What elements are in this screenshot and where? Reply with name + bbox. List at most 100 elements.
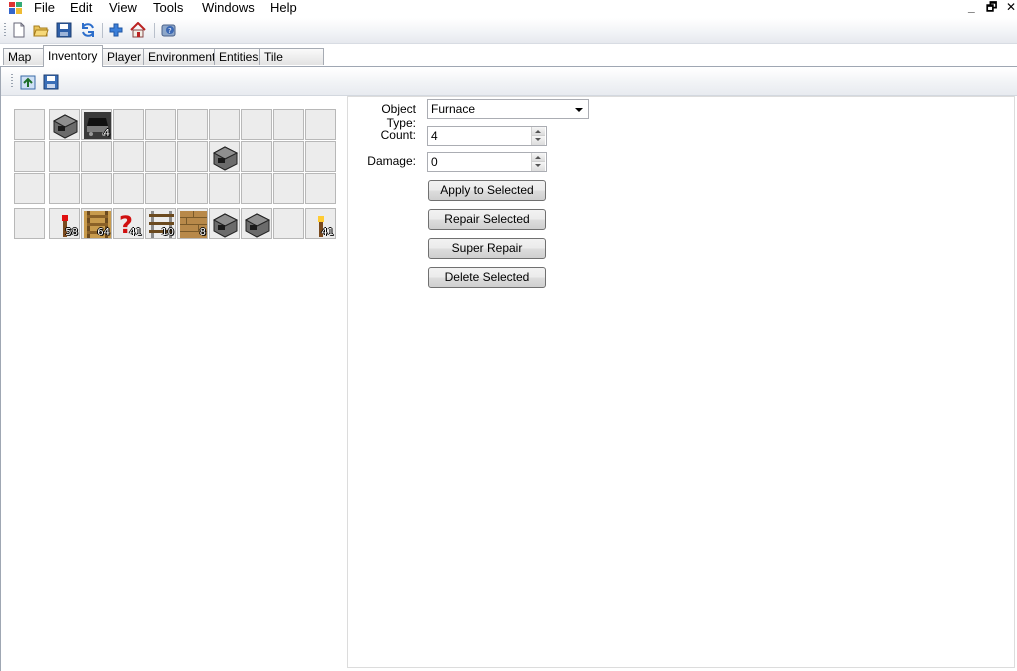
count-increment-button[interactable] [531, 127, 545, 136]
inventory-slot[interactable] [241, 141, 272, 172]
repair-selected-button[interactable]: Repair Selected [428, 209, 546, 230]
inventory-slot[interactable] [273, 109, 304, 140]
inventory-slot[interactable] [177, 173, 208, 204]
inventory-slot[interactable] [49, 141, 80, 172]
inventory-slot[interactable] [145, 109, 176, 140]
object-type-label: Object Type: [381, 102, 416, 130]
super-repair-button[interactable]: Super Repair [428, 238, 546, 259]
item-count: 64 [97, 227, 110, 238]
inventory-slot[interactable] [241, 173, 272, 204]
hotbar-slot[interactable] [241, 208, 272, 239]
inventory-slot[interactable] [145, 141, 176, 172]
hotbar-slot[interactable]: 58 [49, 208, 80, 239]
inventory-slot[interactable] [81, 141, 112, 172]
toolbar-separator [102, 23, 103, 38]
toolbar-grip[interactable] [4, 23, 6, 37]
item-count: 58 [65, 227, 78, 238]
damage-stepper[interactable]: 0 [427, 152, 547, 172]
inventory-slot[interactable] [177, 109, 208, 140]
item-count: 41 [129, 227, 142, 238]
menu-edit[interactable]: Edit [70, 0, 92, 16]
tab-map[interactable]: Map [3, 48, 44, 65]
inventory-slot[interactable] [113, 173, 144, 204]
tab-strip-border [0, 66, 1017, 67]
inventory-slot[interactable] [209, 141, 240, 172]
item-count: 10 [161, 227, 174, 238]
home-icon[interactable] [130, 22, 146, 38]
menu-help[interactable]: Help [270, 0, 297, 16]
inventory-slot[interactable] [113, 141, 144, 172]
tab-tile-entities[interactable]: Tile Entities [259, 48, 324, 81]
inventory-slot[interactable] [209, 173, 240, 204]
tab-entities[interactable]: Entities [214, 48, 260, 65]
hotbar-slot[interactable]: 8 [177, 208, 208, 239]
damage-increment-button[interactable] [531, 153, 545, 162]
damage-spin-buttons [531, 153, 546, 171]
damage-value: 0 [431, 155, 438, 169]
svg-text:?: ? [168, 27, 172, 35]
minimize-button[interactable]: _ [968, 1, 975, 13]
inventory-slot[interactable] [81, 173, 112, 204]
armor-slot[interactable] [14, 173, 45, 204]
count-value: 4 [431, 129, 438, 143]
inventory-slot[interactable] [273, 141, 304, 172]
save-icon[interactable] [56, 22, 72, 38]
inventory-slot[interactable] [49, 173, 80, 204]
inventory-slot[interactable] [177, 141, 208, 172]
inventory-slot[interactable] [305, 173, 336, 204]
damage-label: Damage: [367, 154, 416, 168]
furnace-icon [212, 213, 239, 238]
inventory-toolbar [1, 68, 1017, 96]
inventory-slot[interactable] [49, 109, 80, 140]
object-type-select[interactable]: Furnace [427, 99, 589, 119]
delete-selected-button[interactable]: Delete Selected [428, 267, 546, 288]
hotbar-slot[interactable]: 41 [305, 208, 336, 239]
count-decrement-button[interactable] [531, 136, 545, 145]
armor-slot[interactable] [14, 208, 45, 239]
inventory-slot[interactable] [273, 173, 304, 204]
hotbar-slot[interactable] [209, 208, 240, 239]
armor-slot[interactable] [14, 141, 45, 172]
item-count: 8 [199, 227, 206, 238]
inventory-slot[interactable] [305, 109, 336, 140]
close-button[interactable]: ✕ [1006, 1, 1016, 13]
count-stepper[interactable]: 4 [427, 126, 547, 146]
item-count: 4 [103, 128, 110, 139]
furnace-icon [244, 213, 271, 238]
help-icon[interactable]: ? [161, 22, 177, 38]
add-icon[interactable] [108, 22, 124, 38]
furnace-icon [212, 146, 239, 171]
inventory-slot[interactable] [241, 109, 272, 140]
tab-player[interactable]: Player [102, 48, 144, 65]
menu-bar: File Edit View Tools Windows Help _ 🗗 ✕ [0, 0, 1017, 18]
apply-to-selected-button[interactable]: Apply to Selected [428, 180, 546, 201]
toolbar-grip[interactable] [11, 74, 13, 88]
app-icon [9, 2, 22, 14]
hotbar-slot[interactable]: ? 41 [113, 208, 144, 239]
toolbar-separator [154, 23, 155, 38]
open-folder-icon[interactable] [33, 22, 49, 38]
chevron-down-icon[interactable] [575, 108, 583, 112]
hotbar-slot[interactable] [273, 208, 304, 239]
tab-inventory[interactable]: Inventory [43, 45, 103, 67]
menu-view[interactable]: View [109, 0, 137, 16]
inventory-slot[interactable] [209, 109, 240, 140]
inventory-slot[interactable] [305, 141, 336, 172]
menu-file[interactable]: File [34, 0, 55, 16]
refresh-icon[interactable] [80, 22, 96, 38]
count-spin-buttons [531, 127, 546, 145]
import-icon[interactable] [20, 74, 36, 90]
armor-slot[interactable] [14, 109, 45, 140]
restore-button[interactable]: 🗗 [986, 1, 997, 13]
menu-tools[interactable]: Tools [153, 0, 183, 16]
hotbar-slot[interactable]: 10 [145, 208, 176, 239]
damage-decrement-button[interactable] [531, 162, 545, 171]
menu-windows[interactable]: Windows [202, 0, 255, 16]
tab-environment[interactable]: Environment [143, 48, 215, 65]
new-file-icon[interactable] [11, 22, 27, 38]
inventory-slot[interactable] [113, 109, 144, 140]
inventory-slot[interactable] [145, 173, 176, 204]
export-icon[interactable] [43, 74, 59, 90]
hotbar-slot[interactable]: 64 [81, 208, 112, 239]
inventory-slot[interactable]: 4 [81, 109, 112, 140]
